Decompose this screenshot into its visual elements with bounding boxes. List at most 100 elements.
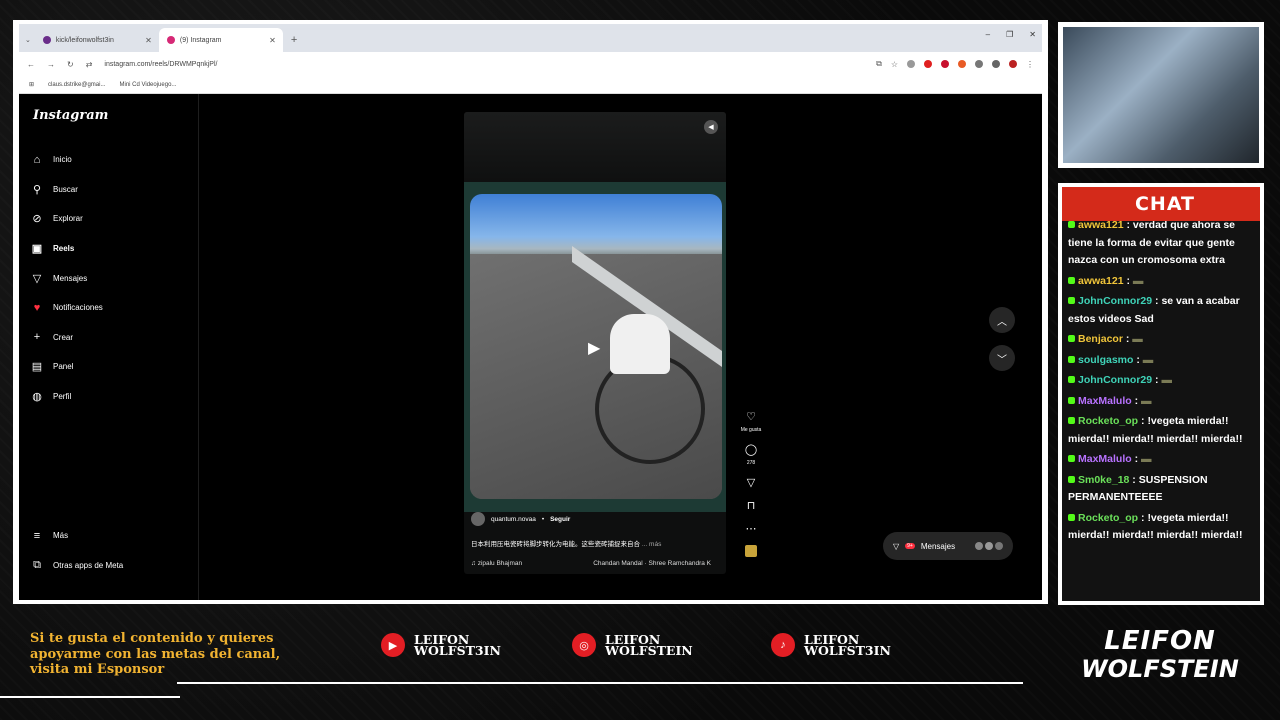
site-info-icon[interactable]: ⇄ [86, 60, 93, 69]
instagram-sidebar: Instagram ⌂ Inicio ⚲ Buscar ⊘ Explorar ▣ Ree… [19, 94, 199, 600]
menu-dots-icon[interactable]: ⋮ [1026, 60, 1034, 69]
close-icon[interactable]: ✕ [269, 36, 276, 45]
chat-text: ▬ [1161, 374, 1172, 386]
chat-panel: CHAT awwa121 : verdad que ahora se tiene… [1058, 183, 1264, 605]
nav-explorar[interactable]: ⊘ Explorar [31, 204, 186, 234]
chat-username[interactable]: MaxMalulo [1078, 453, 1132, 465]
chat-username[interactable]: Benjacor [1078, 333, 1123, 345]
save-icon[interactable]: ⊓ [747, 499, 756, 512]
bookmarks-bar: ⊞ claus.dstrike@gmai... Mini Cd Videojue… [19, 76, 1042, 94]
chat-username[interactable]: Rocketo_op [1078, 415, 1138, 427]
chat-message: JohnConnor29 : se van a acabar estos vid… [1068, 293, 1254, 328]
social-line: WOLFST3IN [414, 643, 501, 658]
messenger-icon: ▽ [32, 272, 42, 285]
webcam-feed [1063, 27, 1259, 163]
chat-username[interactable]: soulgasmo [1078, 354, 1133, 366]
back-icon[interactable]: ← [27, 60, 35, 69]
previous-reel-button[interactable]: ︿ [989, 307, 1015, 333]
bookmark-mini-cd[interactable]: Mini Cd Videojuego... [119, 82, 176, 88]
chat-message: awwa121 : verdad que ahora se tiene la f… [1068, 217, 1254, 270]
avatar [985, 542, 993, 550]
social-instagram: ◎ LEIFON WOLFSTEIN [572, 633, 693, 657]
install-icon[interactable]: ⧉ [876, 59, 882, 69]
extension-icon[interactable] [907, 60, 915, 68]
nav-meta-apps[interactable]: ⧉ Otras apps de Meta [31, 550, 123, 580]
nav-reels[interactable]: ▣ Reels [31, 234, 186, 264]
brand-line: WOLFSTEIN [1081, 655, 1239, 683]
url-field[interactable]: instagram.com/reels/DRWMPqnkjPl/ [104, 61, 864, 68]
nav-mas[interactable]: ≡ Más [31, 521, 123, 551]
reload-icon[interactable]: ↻ [67, 60, 74, 69]
play-icon[interactable]: ▶ [588, 338, 600, 358]
nav-mensajes[interactable]: ▽ Mensajes [31, 263, 186, 293]
nav-perfil[interactable]: ◍ Perfil [31, 382, 186, 412]
next-reel-button[interactable]: ﹀ [989, 345, 1015, 371]
reel-top-area [464, 112, 726, 182]
messages-bar[interactable]: ▽ 9+ Mensajes [883, 532, 1013, 560]
reel-username[interactable]: quantum.novaa [491, 516, 536, 523]
nav-inicio[interactable]: ⌂ Inicio [31, 145, 186, 175]
extension-icon[interactable] [924, 60, 932, 68]
audio-left-label: zipalu Bhajman [477, 560, 523, 567]
chat-message: JohnConnor29 : ▬ [1068, 372, 1254, 390]
kick-badge-icon [1068, 417, 1075, 424]
chat-text: ▬ [1132, 333, 1143, 345]
instagram-page: Instagram ⌂ Inicio ⚲ Buscar ⊘ Explorar ▣ Ree… [19, 94, 1042, 600]
social-handle: LEIFON WOLFSTEIN [605, 633, 693, 657]
kick-badge-icon [1068, 221, 1075, 228]
extensions-puzzle-icon[interactable] [975, 60, 983, 68]
avatar[interactable] [1009, 60, 1017, 68]
instagram-logo[interactable]: Instagram [33, 108, 186, 123]
follow-button[interactable]: Seguir [550, 516, 570, 523]
chat-username[interactable]: Rocketo_op [1078, 512, 1138, 524]
close-icon[interactable]: ✕ [145, 36, 152, 45]
restore-icon[interactable]: ❐ [1006, 30, 1013, 39]
tab-kick[interactable]: kick/leifonwolfst3in ✕ [35, 28, 159, 52]
apps-grid-icon[interactable]: ⊞ [29, 81, 34, 88]
heart-icon: ♥ [33, 301, 41, 314]
chat-message: Rocketo_op : !vegeta mierda!! mierda!! m… [1068, 413, 1254, 448]
chat-text: ▬ [1141, 394, 1152, 407]
audio-thumbnail-icon[interactable] [745, 545, 757, 557]
sidebar-bottom: ≡ Más ⧉ Otras apps de Meta [31, 521, 123, 580]
tab-instagram[interactable]: (9) Instagram ✕ [158, 28, 283, 52]
minimize-icon[interactable]: – [986, 30, 990, 39]
forward-icon[interactable]: → [47, 60, 55, 69]
avatar[interactable] [471, 512, 485, 526]
nav-crear[interactable]: + Crear [31, 323, 186, 353]
chat-message: MaxMalulo : ▬ [1068, 393, 1254, 411]
extension-icon[interactable] [941, 60, 949, 68]
nav-panel[interactable]: ▤ Panel [31, 352, 186, 382]
chat-username[interactable]: JohnConnor29 [1078, 295, 1152, 307]
new-tab-icon[interactable]: + [291, 34, 297, 46]
profile-icon[interactable] [992, 60, 1000, 68]
reel-audio-row[interactable]: ♫ zipalu Bhajman Chandan Mandal · Shree … [471, 560, 711, 567]
chat-username[interactable]: MaxMalulo [1078, 395, 1132, 407]
chat-separator: : [1123, 274, 1133, 287]
reel-video[interactable]: ▶ [470, 194, 722, 499]
chat-text: ▬ [1141, 453, 1152, 465]
nav-label: Perfil [53, 392, 72, 402]
like-label: Me gusta [740, 427, 762, 433]
nav-label: Otras apps de Meta [53, 560, 124, 570]
like-heart-icon[interactable]: ♡ [746, 410, 756, 423]
share-icon[interactable]: ▽ [747, 476, 755, 489]
chat-username[interactable]: JohnConnor29 [1078, 374, 1152, 386]
chat-username[interactable]: awwa121 [1078, 275, 1124, 287]
chat-username[interactable]: Sm0ke_18 [1078, 474, 1129, 486]
close-window-icon[interactable]: ✕ [1029, 30, 1036, 39]
volume-icon[interactable]: ◀ [704, 120, 718, 134]
metamask-icon[interactable] [958, 60, 966, 68]
tab-label: kick/leifonwolfst3in [55, 36, 114, 44]
reel-container: ◀ ▶ [464, 112, 726, 574]
nav-notificaciones[interactable]: ♥ Notificaciones [31, 293, 186, 323]
chat-separator: : [1131, 394, 1142, 407]
more-dots-icon[interactable]: ⋯ [746, 522, 757, 535]
bookmark-gmail[interactable]: claus.dstrike@gmai... [48, 82, 105, 88]
nav-buscar[interactable]: ⚲ Buscar [31, 175, 186, 205]
bookmark-star-icon[interactable]: ☆ [891, 60, 898, 69]
chat-message: Rocketo_op : !vegeta mierda!! mierda!! m… [1068, 510, 1254, 545]
caption-more-link[interactable]: ... más [642, 541, 662, 548]
comment-icon[interactable]: ◯ [745, 443, 757, 456]
tab-search-icon[interactable]: ⌄ [25, 36, 31, 44]
